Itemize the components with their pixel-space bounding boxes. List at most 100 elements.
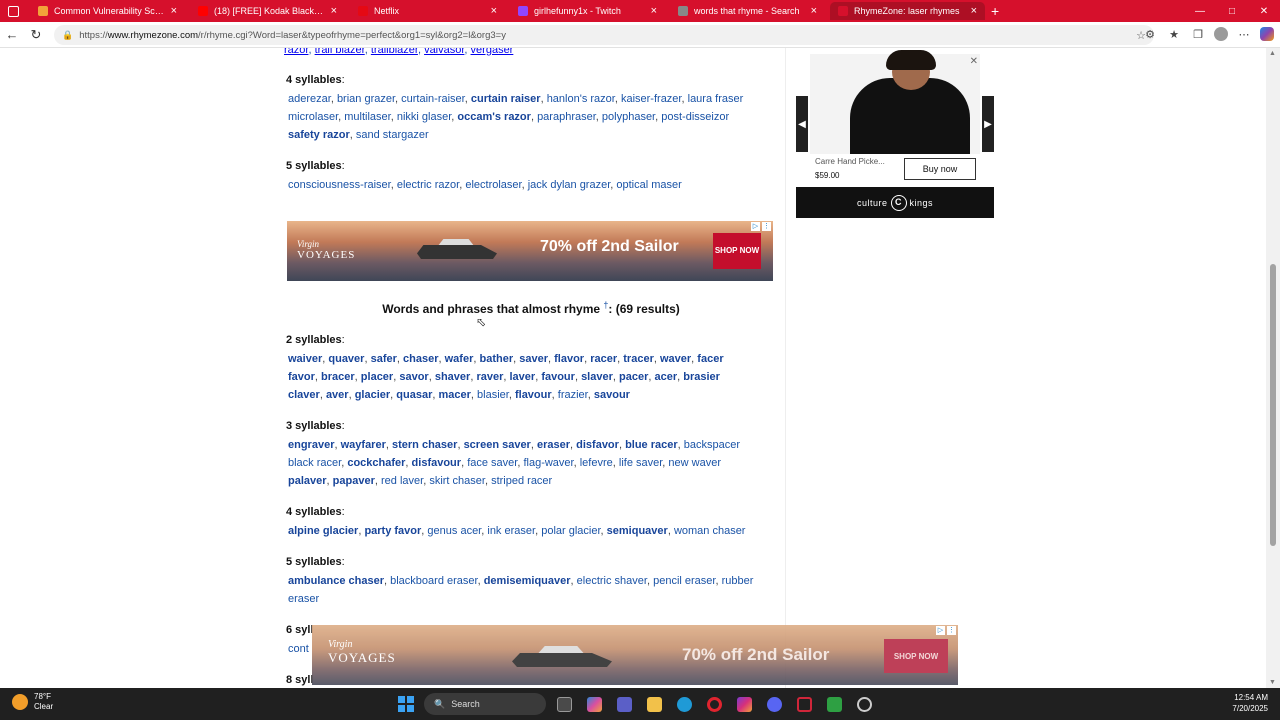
word-link[interactable]: consciousness-raiser (288, 179, 391, 191)
instagram-icon[interactable] (732, 692, 756, 716)
word-link[interactable]: electrolaser (465, 179, 521, 191)
buy-now-button[interactable]: Buy now (904, 158, 976, 180)
word-link[interactable]: shaver (435, 371, 470, 383)
word-link[interactable]: valvasor (424, 48, 464, 56)
word-link[interactable]: microlaser (288, 111, 338, 123)
word-link[interactable]: alpine glacier (288, 525, 358, 537)
close-tab-icon[interactable]: × (651, 5, 657, 17)
word-link[interactable]: striped racer (491, 475, 552, 487)
word-link[interactable]: woman chaser (674, 525, 746, 537)
word-link[interactable]: ink eraser (487, 525, 535, 537)
word-link[interactable]: optical maser (616, 179, 681, 191)
word-link[interactable]: trailblazer (371, 48, 418, 56)
word-link[interactable]: racer (590, 353, 617, 365)
close-window-icon[interactable]: ✕ (1248, 0, 1280, 22)
browser-tab[interactable]: Netflix × (350, 2, 505, 20)
word-link[interactable]: macer (439, 389, 471, 401)
word-link[interactable]: laura fraser (688, 93, 744, 105)
file-explorer-icon[interactable] (642, 692, 666, 716)
shop-now-button[interactable]: SHOP NOW (713, 233, 761, 269)
word-link[interactable]: brasier (683, 371, 720, 383)
word-link[interactable]: favor (288, 371, 315, 383)
word-link[interactable]: occam's razor (457, 111, 531, 123)
adchoices-icon[interactable]: ▷ (751, 222, 760, 231)
word-link[interactable]: multilaser (344, 111, 390, 123)
word-link[interactable]: savour (594, 389, 630, 401)
new-tab-icon[interactable]: + (991, 3, 999, 19)
word-link[interactable]: party favor (364, 525, 421, 537)
word-link[interactable]: slaver (581, 371, 613, 383)
word-link[interactable]: flavor (554, 353, 584, 365)
word-link[interactable]: polyphaser (602, 111, 655, 123)
scrollbar-thumb[interactable] (1270, 264, 1276, 546)
ad-close-icon[interactable]: ✕ (970, 56, 978, 67)
word-link[interactable]: raver (476, 371, 503, 383)
close-tab-icon[interactable]: × (491, 5, 497, 17)
start-button[interactable] (394, 692, 418, 716)
word-link[interactable]: laver (509, 371, 535, 383)
word-link[interactable]: kaiser-frazer (621, 93, 682, 105)
site-info-icon[interactable]: 🔒 (62, 30, 73, 41)
browser-tab[interactable]: RhymeZone: laser rhymes × (830, 2, 985, 20)
word-link[interactable]: papaver (333, 475, 375, 487)
word-link[interactable]: palaver (288, 475, 327, 487)
word-link[interactable]: safety razor (288, 129, 350, 141)
word-link[interactable]: razor (284, 48, 308, 56)
word-link[interactable]: pencil eraser (653, 575, 715, 587)
scroll-up-icon[interactable]: ▲ (1269, 50, 1276, 57)
minimize-icon[interactable]: — (1184, 0, 1216, 22)
ad-close-icon[interactable]: ⋮ (947, 626, 956, 635)
word-link[interactable]: waiver (288, 353, 322, 365)
refresh-icon[interactable]: ↻ (24, 22, 48, 48)
word-link[interactable]: vergaser (471, 48, 514, 56)
maximize-icon[interactable]: □ (1216, 0, 1248, 22)
word-link[interactable]: demisemiquaver (484, 575, 571, 587)
word-link[interactable]: engraver (288, 439, 334, 451)
word-link[interactable]: savor (399, 371, 428, 383)
word-link[interactable]: stern chaser (392, 439, 457, 451)
extensions-icon[interactable]: ⚙ (1142, 26, 1158, 42)
browser-tab[interactable]: Common Vulnerability Scoring Sy × (30, 2, 185, 20)
carousel-right-icon[interactable]: ▶ (982, 96, 994, 152)
virgin-voyages-sticky-ad[interactable]: Virgin VOYAGES 70% off 2nd Sailor SHOP NO… (312, 625, 958, 685)
word-link[interactable]: bather (479, 353, 513, 365)
taskbar-search[interactable]: 🔍 Search (424, 693, 546, 715)
opera-icon[interactable] (702, 692, 726, 716)
vertical-scrollbar[interactable]: ▲ ▼ (1266, 48, 1280, 688)
word-link[interactable]: skirt chaser (429, 475, 485, 487)
word-link[interactable]: trail blazer (315, 48, 365, 56)
adchoices-icons[interactable]: ▷ ⋮ (751, 222, 771, 231)
word-link[interactable]: waver (660, 353, 691, 365)
weather-widget[interactable]: 78°F Clear (12, 692, 53, 712)
word-link[interactable]: new waver (668, 457, 721, 469)
word-link[interactable]: post-disseizor (661, 111, 729, 123)
teams-icon[interactable] (612, 692, 636, 716)
task-view-icon[interactable] (552, 692, 576, 716)
close-tab-icon[interactable]: × (331, 5, 337, 17)
word-link[interactable]: lefevre (580, 457, 613, 469)
word-link[interactable]: brian grazer (337, 93, 395, 105)
profile-avatar-icon[interactable] (1214, 27, 1228, 41)
settings-icon[interactable] (852, 692, 876, 716)
word-link[interactable]: chaser (403, 353, 438, 365)
discord-icon[interactable] (762, 692, 786, 716)
word-link[interactable]: semiquaver (607, 525, 668, 537)
word-link[interactable]: screen saver (464, 439, 531, 451)
word-link[interactable]: sand stargazer (356, 129, 429, 141)
word-link[interactable]: hanlon's razor (547, 93, 615, 105)
word-link[interactable]: acer (654, 371, 677, 383)
carousel-left-icon[interactable]: ◀ (796, 96, 808, 152)
close-tab-icon[interactable]: × (811, 5, 817, 17)
word-link[interactable]: flag-waver (523, 457, 573, 469)
edge-icon[interactable] (672, 692, 696, 716)
more-menu-icon[interactable]: ⋯ (1236, 26, 1252, 42)
word-link[interactable]: paraphraser (537, 111, 596, 123)
culture-kings-side-ad[interactable]: ◀ ▶ ✕ Carre Hand Picke... $59.00 Buy now… (796, 50, 994, 218)
word-link[interactable]: pacer (619, 371, 648, 383)
word-link[interactable]: saver (519, 353, 548, 365)
word-link[interactable]: electric razor (397, 179, 459, 191)
copilot-app-icon[interactable] (582, 692, 606, 716)
system-clock[interactable]: 12:54 AM 7/20/2025 (1232, 692, 1268, 714)
word-link[interactable]: rubber (722, 575, 754, 587)
word-link[interactable]: life saver (619, 457, 662, 469)
